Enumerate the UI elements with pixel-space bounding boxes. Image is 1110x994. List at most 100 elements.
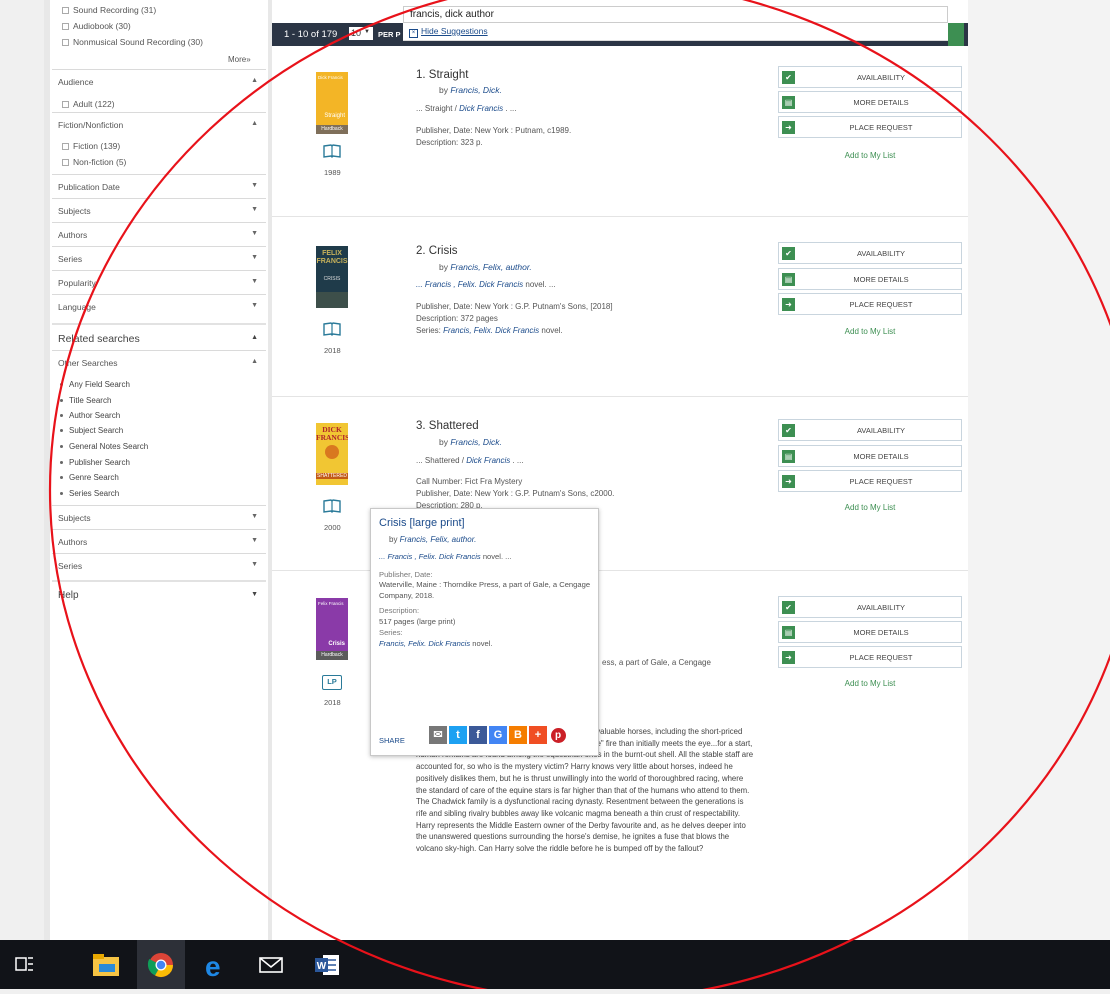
- chevron-down-icon: ▼: [251, 561, 258, 568]
- title-preview-popover: Crisis [large print] by Francis, Felix, …: [370, 508, 599, 756]
- related-authors-header[interactable]: Authors ▼: [52, 529, 266, 551]
- place-request-button[interactable]: ➜ PLACE REQUEST: [778, 116, 962, 138]
- chevron-down-icon: ▼: [251, 206, 258, 213]
- word-button[interactable]: W: [303, 940, 351, 989]
- related-series-header[interactable]: Series ▼: [52, 553, 266, 575]
- bullet-icon: [60, 399, 63, 402]
- author-link[interactable]: Francis, Dick.: [450, 437, 501, 447]
- facet-checkbox-nonmusical[interactable]: Nonmusical Sound Recording (30): [62, 37, 203, 47]
- facet-language-header[interactable]: Language ▼: [52, 294, 266, 316]
- add-to-list-link[interactable]: Add to My List: [778, 327, 962, 336]
- edge-button[interactable]: e: [192, 940, 240, 989]
- mail-button[interactable]: [247, 940, 295, 989]
- book-format-icon: [323, 499, 341, 513]
- bullet-icon: [60, 429, 63, 432]
- result-title[interactable]: 3. Shattered: [416, 420, 479, 432]
- task-view-button[interactable]: [0, 940, 48, 989]
- more-details-button[interactable]: ▤ MORE DETAILS: [778, 91, 962, 113]
- related-searches-header[interactable]: Related searches ▲: [52, 323, 266, 349]
- popover-title[interactable]: Crisis [large print]: [379, 517, 465, 529]
- checkbox-icon[interactable]: [62, 100, 69, 108]
- series-link[interactable]: Francis, Felix. Dick Francis: [443, 326, 539, 335]
- checkbox-icon[interactable]: [62, 38, 69, 46]
- book-cover-crisis[interactable]: FELIX FRANCIS CRISIS: [316, 246, 348, 308]
- subject-search-link[interactable]: Subject Search: [60, 426, 123, 435]
- check-icon: ✔: [782, 71, 795, 84]
- availability-button[interactable]: ✔ AVAILABILITY: [778, 66, 962, 88]
- availability-button[interactable]: ✔ AVAILABILITY: [778, 596, 962, 618]
- close-box-icon: ×: [409, 29, 418, 38]
- chevron-down-icon: ▼: [251, 182, 258, 189]
- more-details-button[interactable]: ▤ MORE DETAILS: [778, 621, 962, 643]
- availability-button[interactable]: ✔ AVAILABILITY: [778, 419, 962, 441]
- facebook-share-icon[interactable]: f: [469, 726, 487, 744]
- more-share-icon[interactable]: +: [529, 726, 547, 744]
- facet-checkbox-nonfiction[interactable]: Non-fiction (5): [62, 157, 126, 167]
- author-search-link[interactable]: Author Search: [60, 411, 120, 420]
- twitter-share-icon[interactable]: t: [449, 726, 467, 744]
- result-title[interactable]: 2. Crisis: [416, 245, 458, 257]
- facet-checkbox-fiction[interactable]: Fiction (139): [62, 141, 120, 151]
- checkbox-icon[interactable]: [62, 142, 69, 150]
- file-explorer-button[interactable]: [82, 940, 130, 989]
- checkbox-icon[interactable]: [62, 158, 69, 166]
- check-icon: ✔: [782, 601, 795, 614]
- more-details-button[interactable]: ▤ MORE DETAILS: [778, 268, 962, 290]
- result-description: Description: 372 pages: [416, 314, 498, 323]
- other-searches-header[interactable]: Other Searches ▲: [52, 350, 266, 372]
- genre-search-link[interactable]: Genre Search: [60, 473, 119, 482]
- header-accent-block: [948, 23, 964, 46]
- author-link[interactable]: Francis, Dick.: [450, 85, 501, 95]
- any-field-search-link[interactable]: Any Field Search: [60, 380, 130, 389]
- facet-authors-header[interactable]: Authors ▼: [52, 222, 266, 244]
- google-share-icon[interactable]: G: [489, 726, 507, 744]
- book-cover-crisis-large-print[interactable]: Felix Francis Crisis Hardback: [316, 598, 348, 660]
- request-icon: ➜: [782, 651, 795, 664]
- place-request-button[interactable]: ➜ PLACE REQUEST: [778, 646, 962, 668]
- add-to-list-link[interactable]: Add to My List: [778, 679, 962, 688]
- series-search-link[interactable]: Series Search: [60, 489, 119, 498]
- add-to-list-link[interactable]: Add to My List: [778, 503, 962, 512]
- book-cover-straight[interactable]: Dick Francis Straight Hardback: [316, 72, 348, 134]
- per-page-label: PER P: [378, 30, 401, 39]
- general-notes-search-link[interactable]: General Notes Search: [60, 442, 148, 451]
- svg-text:e: e: [205, 951, 221, 982]
- more-link[interactable]: More»: [228, 55, 251, 64]
- result-statement: ... Shattered / Dick Francis . ...: [416, 456, 524, 465]
- search-input[interactable]: francis, dick author: [403, 6, 948, 23]
- place-request-button[interactable]: ➜ PLACE REQUEST: [778, 293, 962, 315]
- result-statement: ... Francis , Felix. Dick Francis novel.…: [416, 280, 556, 289]
- per-page-select[interactable]: 10 ▼: [349, 27, 373, 40]
- author-link[interactable]: Francis, Felix, author.: [450, 262, 531, 272]
- chrome-button[interactable]: [137, 940, 185, 989]
- hide-suggestions-link[interactable]: × Hide Suggestions: [403, 23, 948, 41]
- facet-popularity-header[interactable]: Popularity ▼: [52, 270, 266, 292]
- related-subjects-header[interactable]: Subjects ▼: [52, 505, 266, 527]
- book-cover-shattered[interactable]: DICK FRANCIS SHATTERED: [316, 423, 348, 485]
- facet-checkbox-adult[interactable]: Adult (122): [62, 99, 115, 109]
- publisher-search-link[interactable]: Publisher Search: [60, 458, 130, 467]
- place-request-button[interactable]: ➜ PLACE REQUEST: [778, 470, 962, 492]
- help-header[interactable]: Help ▼: [52, 580, 266, 606]
- result-publisher: Publisher, Date: New York : G.P. Putnam'…: [416, 302, 613, 311]
- bullet-icon: [60, 492, 63, 495]
- details-icon: ▤: [782, 626, 795, 639]
- checkbox-icon[interactable]: [62, 6, 69, 14]
- result-title[interactable]: 1. Straight: [416, 69, 468, 81]
- email-share-icon[interactable]: ✉: [429, 726, 447, 744]
- blogger-share-icon[interactable]: B: [509, 726, 527, 744]
- checkbox-icon[interactable]: [62, 22, 69, 30]
- author-link[interactable]: Francis, Felix, author.: [400, 535, 477, 544]
- facet-checkbox-sound-recording[interactable]: Sound Recording (31): [62, 5, 156, 15]
- facet-audience-header[interactable]: Audience ▲: [52, 69, 266, 91]
- add-to-list-link[interactable]: Add to My List: [778, 151, 962, 160]
- facet-checkbox-audiobook[interactable]: Audiobook (30): [62, 21, 131, 31]
- facet-series-header[interactable]: Series ▼: [52, 246, 266, 268]
- title-search-link[interactable]: Title Search: [60, 396, 111, 405]
- facet-fiction-header[interactable]: Fiction/Nonfiction ▲: [52, 112, 266, 134]
- facet-publication-date-header[interactable]: Publication Date ▼: [52, 174, 266, 196]
- facet-subjects-header[interactable]: Subjects ▼: [52, 198, 266, 220]
- availability-button[interactable]: ✔ AVAILABILITY: [778, 242, 962, 264]
- pinterest-share-icon[interactable]: p: [549, 726, 567, 744]
- more-details-button[interactable]: ▤ MORE DETAILS: [778, 445, 962, 467]
